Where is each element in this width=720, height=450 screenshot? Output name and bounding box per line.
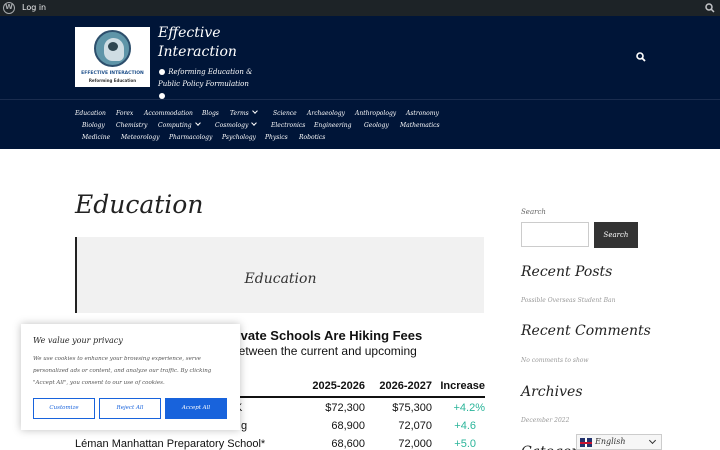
nav-row: Biology Chemistry Computing Cosmology El… <box>75 119 455 131</box>
cookie-consent-banner: We value your privacy We use cookies to … <box>21 324 240 430</box>
table-cell: 68,900 <box>331 420 365 432</box>
table-cell-increase: +4.6 <box>454 420 476 432</box>
nav-item-meteorology[interactable]: Meteorology <box>121 134 169 141</box>
site-description-text: Reforming Education & Public Policy Form… <box>158 68 253 88</box>
logo-text-title: EFFECTIVE INTERACTION <box>81 71 144 76</box>
table-cell-increase: +4.2% <box>453 402 486 414</box>
table-header: 2026-2027 <box>379 380 432 392</box>
archive-link[interactable]: December 2022 <box>521 417 569 424</box>
logo-circle <box>94 30 131 67</box>
featured-banner[interactable]: Education <box>75 237 484 313</box>
nav-item-medicine[interactable]: Medicine <box>82 134 121 141</box>
customize-button[interactable]: Customize <box>33 398 95 419</box>
header-divider <box>0 99 720 100</box>
nav-item-terms-label: Terms <box>230 109 249 117</box>
language-label: English <box>595 437 626 446</box>
admin-bar: W Log in <box>0 0 720 16</box>
wordpress-icon[interactable]: W <box>3 2 15 14</box>
table-cell-school: Léman Manhattan Preparatory School* <box>75 438 266 450</box>
nav-item-astronomy[interactable]: Astronomy <box>406 110 439 117</box>
nav-item-archaeology[interactable]: Archaeology <box>307 110 355 117</box>
table-cell-increase: +5.0 <box>454 438 476 450</box>
logo-brain-icon <box>108 42 118 51</box>
site-header: EFFECTIVE INTERACTION Reforming Educatio… <box>0 16 720 149</box>
nav-item-mathematics[interactable]: Mathematics <box>400 122 440 129</box>
nav-item-engineering[interactable]: Engineering <box>314 122 364 129</box>
recent-posts-heading: Recent Posts <box>521 264 613 280</box>
table-cell: $72,300 <box>325 402 365 414</box>
uk-flag-icon <box>580 438 592 447</box>
nav-item-physics[interactable]: Physics <box>265 134 299 141</box>
nav-item-forex[interactable]: Forex <box>116 110 144 117</box>
article-subheading: between the current and upcoming <box>232 344 417 358</box>
logo-text-subtitle: Reforming Education <box>88 78 137 83</box>
no-comments-text: No comments to show <box>521 357 589 364</box>
recent-post-link[interactable]: Possible Overseas Student Ban <box>521 297 615 304</box>
table-row: Léman Manhattan Preparatory School* 68,6… <box>75 436 485 450</box>
table-header: 2025-2026 <box>312 380 365 392</box>
nav-item-geology[interactable]: Geology <box>364 122 400 129</box>
article-heading: rivate Schools Are Hiking Fees <box>232 328 423 343</box>
cookie-title: We value your privacy <box>33 336 123 345</box>
nav-item-robotics[interactable]: Robotics <box>299 134 325 141</box>
nav-item-terms[interactable]: Terms <box>230 107 273 117</box>
reject-all-button[interactable]: Reject All <box>99 398 161 419</box>
table-header: Increase <box>440 380 485 392</box>
search-icon[interactable] <box>705 3 715 13</box>
banner-label: Education <box>244 271 317 287</box>
nav-item-anthropology[interactable]: Anthropology <box>355 110 406 117</box>
nav-row: Medicine Meteorology Pharmacology Psycho… <box>75 131 455 143</box>
nav-item-blogs[interactable]: Blogs <box>202 110 230 117</box>
login-link[interactable]: Log in <box>22 3 46 12</box>
table-cell: 72,070 <box>398 420 432 432</box>
nav-item-computing-label: Computing <box>158 121 192 129</box>
nav-item-psychology[interactable]: Psychology <box>222 134 265 141</box>
chevron-down-icon <box>648 436 657 445</box>
table-cell: 72,000 <box>398 438 432 450</box>
nav-item-accommodation[interactable]: Accommodation <box>144 110 202 117</box>
nav-row: Education Forex Accommodation Blogs Term… <box>75 107 455 119</box>
chevron-down-icon <box>251 119 258 126</box>
header-search-icon[interactable] <box>636 52 646 62</box>
page-title: Education <box>75 190 204 219</box>
nav-item-electronics[interactable]: Electronics <box>271 122 314 129</box>
nav-item-cosmology[interactable]: Cosmology <box>215 119 271 129</box>
accept-all-button[interactable]: Accept All <box>165 398 227 419</box>
search-button[interactable]: Search <box>594 222 638 248</box>
search-input[interactable] <box>521 222 589 247</box>
nav-item-pharmacology[interactable]: Pharmacology <box>169 134 222 141</box>
nav-item-science[interactable]: Science <box>273 110 307 117</box>
dot-icon <box>159 69 165 75</box>
chevron-down-icon <box>251 107 258 114</box>
table-cell: $75,300 <box>392 402 432 414</box>
site-title[interactable]: Effective Interaction <box>158 24 278 62</box>
recent-comments-heading: Recent Comments <box>521 323 651 339</box>
chevron-down-icon <box>194 119 201 126</box>
site-description: Reforming Education & Public Policy Form… <box>158 66 253 102</box>
nav-item-cosmology-label: Cosmology <box>215 121 249 129</box>
nav-item-chemistry[interactable]: Chemistry <box>116 122 158 129</box>
nav-item-computing[interactable]: Computing <box>158 119 215 129</box>
search-label: Search <box>521 208 546 216</box>
site-logo[interactable]: EFFECTIVE INTERACTION Reforming Educatio… <box>75 27 150 87</box>
cookie-body: We use cookies to enhance your browsing … <box>33 356 212 386</box>
table-cell: 68,600 <box>331 438 365 450</box>
main-nav: Education Forex Accommodation Blogs Term… <box>75 107 455 143</box>
nav-item-biology[interactable]: Biology <box>82 122 116 129</box>
archives-heading: Archives <box>521 384 583 400</box>
language-selector[interactable]: English <box>576 434 662 450</box>
nav-item-education[interactable]: Education <box>75 110 116 117</box>
table-cell-fragment: g <box>241 420 248 432</box>
